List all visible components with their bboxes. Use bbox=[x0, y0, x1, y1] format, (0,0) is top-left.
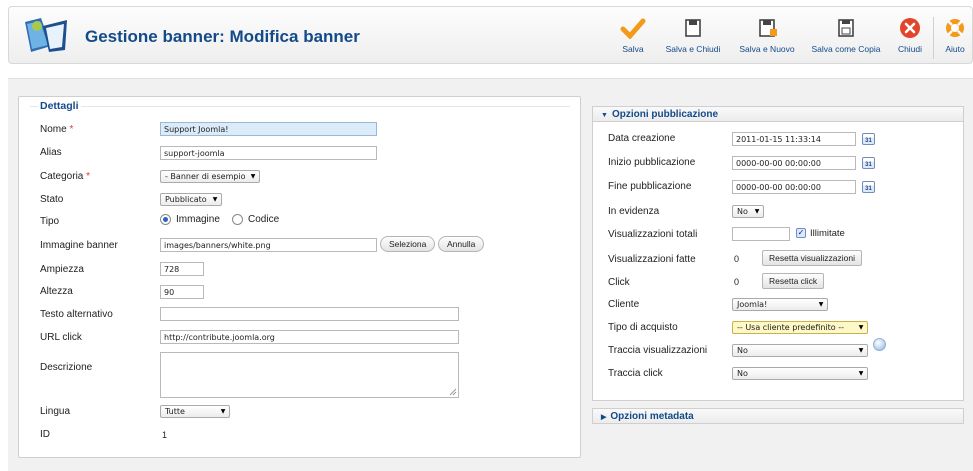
type-code-label: Codice bbox=[248, 214, 280, 225]
chevron-down-icon: ▼ bbox=[754, 208, 760, 215]
publish-up-label: Inizio pubblicazione bbox=[608, 157, 696, 168]
id-value: 1 bbox=[162, 430, 168, 440]
triangle-down-icon: ▼ bbox=[601, 112, 608, 119]
created-date-label: Data creazione bbox=[608, 133, 676, 144]
checkmark-icon bbox=[620, 18, 646, 39]
reset-clicks-button[interactable]: Resetta click bbox=[762, 273, 825, 289]
alias-input[interactable]: support-joomla bbox=[160, 146, 377, 160]
calendar-icon[interactable]: 31 bbox=[862, 157, 875, 169]
save-close-icon bbox=[685, 19, 701, 37]
publish-up-input[interactable]: 0000-00-00 00:00:00 bbox=[732, 156, 856, 170]
made-impressions-label: Visualizzazioni fatte bbox=[608, 254, 696, 265]
save-copy-button[interactable]: Salva come Copia bbox=[805, 17, 887, 59]
client-select[interactable]: Joomla! ▼ bbox=[732, 298, 828, 311]
close-icon bbox=[900, 18, 920, 38]
type-code-radio[interactable] bbox=[232, 214, 243, 225]
category-label: Categoria * bbox=[40, 171, 91, 182]
banner-manager-logo-icon bbox=[25, 18, 67, 52]
track-clicks-select[interactable]: No ▼ bbox=[732, 367, 868, 380]
image-label: Immagine banner bbox=[40, 240, 118, 251]
language-label: Lingua bbox=[40, 406, 71, 417]
save-close-button[interactable]: Salva e Chiudi bbox=[657, 17, 729, 59]
alias-label: Alias bbox=[40, 147, 62, 158]
total-impressions-label: Visualizzazioni totali bbox=[608, 229, 698, 240]
chevron-down-icon: ▼ bbox=[250, 173, 256, 180]
chevron-down-icon: ▼ bbox=[858, 347, 864, 354]
id-label: ID bbox=[40, 429, 50, 440]
toolbar-divider bbox=[933, 17, 934, 59]
unlimited-checkbox[interactable]: ✓ bbox=[796, 228, 806, 238]
save-copy-icon bbox=[838, 19, 854, 37]
clear-image-button[interactable]: Annulla bbox=[438, 236, 485, 252]
unlimited-label: Illimitate bbox=[810, 228, 845, 239]
width-input[interactable]: 728 bbox=[160, 262, 204, 276]
triangle-right-icon: ▶ bbox=[601, 414, 607, 421]
created-date-input[interactable]: 2011-01-15 11:33:14 bbox=[732, 132, 856, 146]
page-title: Gestione banner: Modifica banner bbox=[85, 27, 360, 46]
reset-impressions-button[interactable]: Resetta visualizzazioni bbox=[762, 250, 862, 266]
category-select[interactable]: - Banner di esempio ▼ bbox=[160, 170, 260, 183]
height-label: Altezza bbox=[40, 286, 73, 297]
click-url-label: URL click bbox=[40, 332, 82, 343]
total-impressions-input[interactable] bbox=[732, 227, 790, 241]
track-clicks-label: Traccia click bbox=[608, 368, 663, 379]
save-close-label: Salva e Chiudi bbox=[665, 44, 721, 54]
alt-text-input[interactable] bbox=[160, 307, 459, 321]
chevron-down-icon: ▼ bbox=[818, 301, 824, 308]
type-image-radio[interactable] bbox=[160, 214, 171, 225]
state-select[interactable]: Pubblicato ▼ bbox=[160, 193, 222, 206]
metadata-options-header[interactable]: ▶ Opzioni metadata bbox=[592, 408, 964, 424]
image-path-input[interactable]: images/banners/white.png bbox=[160, 238, 377, 252]
save-button-label: Salva bbox=[622, 44, 644, 54]
clicks-label: Click bbox=[608, 277, 630, 288]
language-select[interactable]: Tutte ▼ bbox=[160, 405, 230, 418]
help-label: Aiuto bbox=[945, 44, 965, 54]
resize-handle-icon[interactable] bbox=[449, 388, 457, 396]
description-textarea[interactable] bbox=[160, 352, 459, 398]
description-label: Descrizione bbox=[40, 362, 93, 373]
name-label: Nome * bbox=[40, 124, 74, 135]
track-impressions-select[interactable]: No ▼ bbox=[732, 344, 868, 357]
save-new-button[interactable]: Salva e Nuovo bbox=[733, 17, 801, 59]
chevron-down-icon: ▼ bbox=[220, 408, 226, 415]
state-label: Stato bbox=[40, 194, 64, 205]
chevron-down-icon: ▼ bbox=[858, 324, 864, 331]
select-image-button[interactable]: Seleziona bbox=[380, 236, 436, 252]
save-button[interactable]: Salva bbox=[613, 17, 653, 59]
publish-down-input[interactable]: 0000-00-00 00:00:00 bbox=[732, 180, 856, 194]
made-impressions-value: 0 bbox=[734, 254, 740, 264]
help-lifebuoy-icon bbox=[946, 19, 964, 37]
tooltip-bubble-icon bbox=[873, 338, 886, 351]
featured-label: In evidenza bbox=[608, 206, 660, 217]
details-legend: Dettagli bbox=[38, 100, 81, 112]
calendar-icon[interactable]: 31 bbox=[862, 181, 875, 193]
publish-down-label: Fine pubblicazione bbox=[608, 181, 692, 192]
save-new-label: Salva e Nuovo bbox=[739, 44, 795, 54]
track-impressions-label: Traccia visualizzazioni bbox=[608, 345, 708, 356]
purchase-type-select[interactable]: -- Usa cliente predefinito -- ▼ bbox=[732, 321, 868, 334]
height-input[interactable]: 90 bbox=[160, 285, 204, 299]
help-button[interactable]: Aiuto bbox=[939, 17, 971, 59]
chevron-down-icon: ▼ bbox=[212, 196, 218, 203]
close-label: Chiudi bbox=[897, 44, 923, 54]
purchase-type-label: Tipo di acquisto bbox=[608, 322, 678, 333]
name-input[interactable]: Support Joomla! bbox=[160, 122, 377, 136]
chevron-down-icon: ▼ bbox=[858, 370, 864, 377]
width-label: Ampiezza bbox=[40, 264, 84, 275]
alt-text-label: Testo alternativo bbox=[40, 309, 113, 320]
toolbar: Gestione banner: Modifica banner Salva S… bbox=[8, 6, 973, 64]
save-copy-label: Salva come Copia bbox=[811, 44, 881, 54]
calendar-icon[interactable]: 31 bbox=[862, 133, 875, 145]
client-label: Cliente bbox=[608, 299, 640, 310]
type-image-label: Immagine bbox=[176, 214, 220, 225]
publishing-options-header[interactable]: ▼ Opzioni pubblicazione bbox=[592, 106, 964, 122]
close-button[interactable]: Chiudi bbox=[893, 17, 927, 59]
details-fieldset-border bbox=[30, 106, 570, 107]
clicks-value: 0 bbox=[734, 277, 740, 287]
featured-select[interactable]: No ▼ bbox=[732, 205, 764, 218]
type-label: Tipo bbox=[40, 216, 60, 227]
save-new-icon bbox=[759, 19, 777, 37]
click-url-input[interactable]: http://contribute.joomla.org bbox=[160, 330, 459, 344]
